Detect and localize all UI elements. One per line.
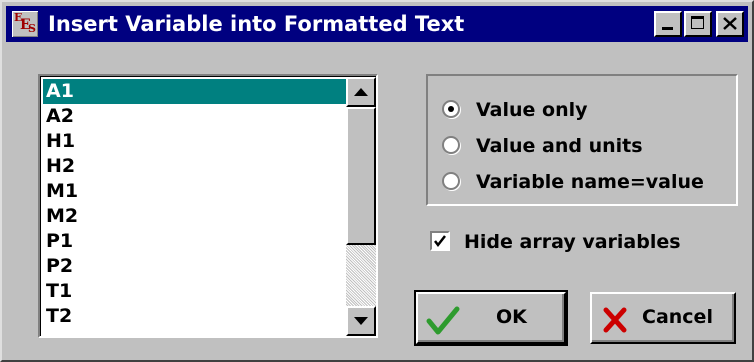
variable-list: A1 A2 H1 H2 M1 M2 P1 P2 T1 T2 (40, 76, 376, 336)
app-icon[interactable]: E E S (12, 11, 38, 37)
list-item-h1[interactable]: H1 (43, 129, 347, 154)
checkmark-icon (434, 235, 446, 248)
list-item-m1[interactable]: M1 (43, 179, 347, 204)
close-icon (723, 17, 737, 30)
radio-button-selected[interactable] (442, 100, 460, 118)
ok-label: OK (496, 306, 527, 328)
list-item-a2[interactable]: A2 (43, 104, 347, 129)
radio-label-value-only: Value only (476, 99, 588, 121)
arrow-up-icon (354, 88, 368, 96)
minimize-button[interactable] (654, 11, 682, 37)
arrow-down-icon (354, 317, 368, 325)
list-item-t2[interactable]: T2 (43, 304, 347, 329)
list-item-a1[interactable]: A1 (43, 79, 347, 104)
scroll-up-button[interactable] (346, 77, 376, 107)
window-title: Insert Variable into Formatted Text (48, 12, 465, 36)
close-button[interactable] (716, 11, 744, 37)
maximize-icon (691, 16, 704, 29)
variable-listbox[interactable]: A1 A2 H1 H2 M1 M2 P1 P2 T1 T2 (38, 74, 378, 338)
hide-array-label: Hide array variables (464, 231, 681, 253)
maximize-button[interactable] (684, 11, 712, 37)
radio-button[interactable] (442, 172, 460, 190)
list-item-p1[interactable]: P1 (43, 229, 347, 254)
list-scrollbar[interactable] (346, 77, 376, 336)
hide-array-checkbox[interactable] (430, 231, 450, 251)
cancel-label: Cancel (642, 306, 713, 328)
green-check-icon (426, 306, 460, 335)
ok-button[interactable]: OK (414, 290, 568, 346)
format-options-group: Value only Value and units Variable name… (426, 74, 738, 206)
list-item-p2[interactable]: P2 (43, 254, 347, 279)
title-bar[interactable]: E E S Insert Variable into Formatted Tex… (6, 6, 748, 42)
dialog-window: E E S Insert Variable into Formatted Tex… (0, 0, 754, 362)
scroll-thumb[interactable] (346, 107, 376, 245)
list-item-m2[interactable]: M2 (43, 204, 347, 229)
red-x-icon (603, 307, 627, 333)
radio-label-value-and-units: Value and units (476, 135, 643, 157)
cancel-button[interactable]: Cancel (590, 292, 736, 344)
scroll-down-button[interactable] (346, 306, 376, 336)
radio-label-variable-name-value: Variable name=value (476, 171, 704, 193)
app-icon-glyph-s: S (28, 22, 36, 35)
list-item-h2[interactable]: H2 (43, 154, 347, 179)
minimize-icon (662, 27, 673, 30)
radio-dot (448, 106, 454, 112)
list-item-t1[interactable]: T1 (43, 279, 347, 304)
radio-button[interactable] (442, 136, 460, 154)
